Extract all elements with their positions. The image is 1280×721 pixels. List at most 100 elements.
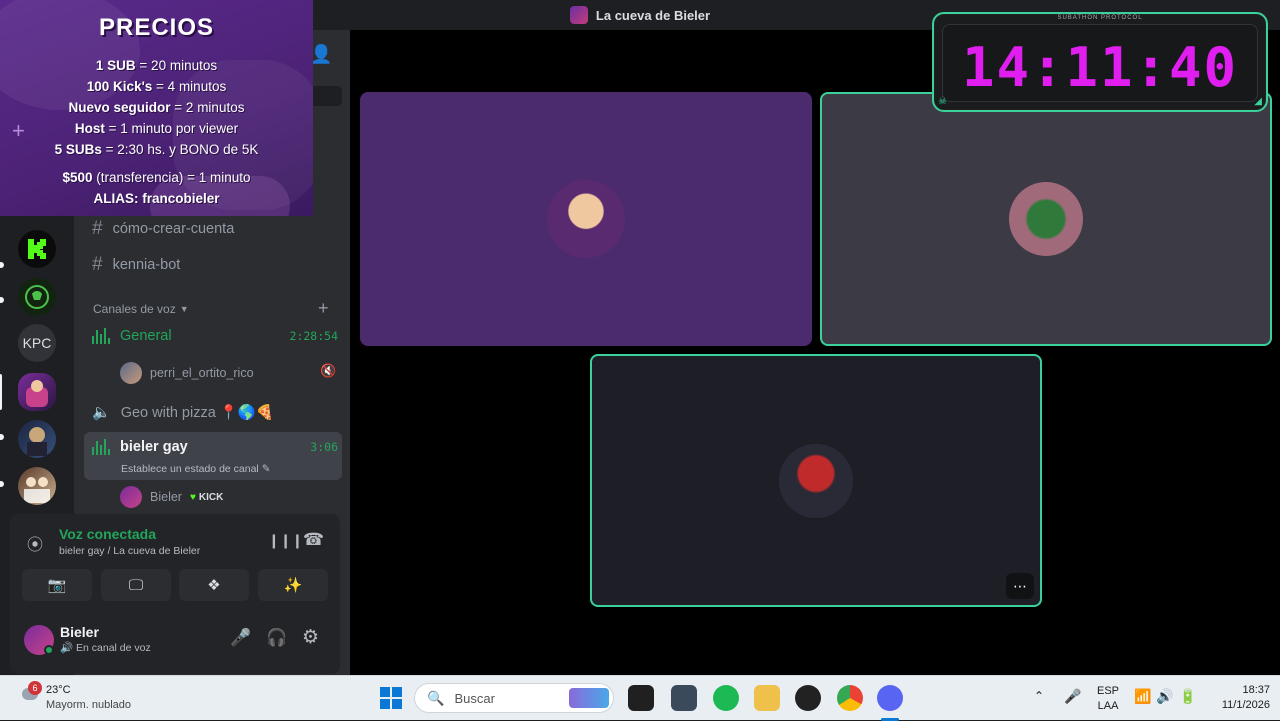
task-view-icon[interactable] xyxy=(628,685,654,711)
kpc-server-icon[interactable]: KPC xyxy=(18,324,56,362)
voice-timer: 2:28:54 xyxy=(289,329,338,343)
voice-connection-panel: ⦿ Voz conectada bieler gay / La cueva de… xyxy=(10,514,340,674)
status-label: Establece un estado de canal xyxy=(121,463,259,475)
more-options-icon[interactable]: ⋯ xyxy=(1006,573,1034,599)
text-channel-como-crear-cuenta[interactable]: # cómo-crear-cuenta xyxy=(92,218,234,240)
discord-icon[interactable] xyxy=(877,685,903,711)
search-placeholder: Buscar xyxy=(454,690,495,706)
camera-button[interactable]: 📷 xyxy=(22,569,92,601)
kick-badge: KICK xyxy=(198,491,224,503)
heart-icon: ♥ xyxy=(189,491,196,503)
screen-share-button[interactable]: 🖵 xyxy=(101,569,171,601)
wifi-icon[interactable]: 📶 xyxy=(1134,688,1151,705)
battery-icon[interactable]: 🔋 xyxy=(1179,688,1196,705)
voice-channel-path[interactable]: bieler gay / La cueva de Bieler xyxy=(59,545,200,557)
status-label: En canal de voz xyxy=(76,642,151,654)
avatar xyxy=(779,443,853,518)
taskbar-search[interactable]: 🔍 Buscar xyxy=(414,683,614,713)
channel-label: bieler gay xyxy=(120,439,188,455)
app-icon[interactable] xyxy=(671,685,697,711)
prices-overlay: + PRECIOS 1 SUB = 20 minutos 100 Kick's … xyxy=(0,0,313,216)
username[interactable]: Bieler xyxy=(60,624,99,640)
volume-icon[interactable]: 🔊 xyxy=(1156,688,1173,705)
weather-widget-icon[interactable]: 6 xyxy=(16,681,42,708)
avatar xyxy=(547,180,625,258)
weather-temp[interactable]: 23°C xyxy=(46,684,71,696)
spotify-icon[interactable] xyxy=(713,685,739,711)
soundboard-button[interactable]: ✨ xyxy=(258,569,328,601)
people-server-icon[interactable] xyxy=(18,467,56,505)
channel-label: Geo with pizza 📍🌎🍕 xyxy=(120,404,274,421)
noise-suppression-icon[interactable]: ❙❙❙ xyxy=(268,532,303,549)
participant-tile-stadium[interactable] xyxy=(820,92,1272,346)
windows-start-icon[interactable] xyxy=(380,687,402,709)
participant-tile-perri[interactable]: ⋯ xyxy=(590,354,1042,607)
voice-connected-label: Voz conectada xyxy=(59,526,156,542)
corner-icon: ◢ xyxy=(1254,96,1262,107)
price-line: 100 Kick's = 4 minutos xyxy=(86,79,227,94)
purple-server-icon[interactable] xyxy=(18,420,56,458)
voice-user-perri[interactable]: perri_el_ortito_rico xyxy=(120,362,254,384)
clock[interactable]: 18:37 11/1/2026 xyxy=(1206,684,1270,711)
deafened-icon: 🔇 xyxy=(320,363,337,378)
server-icon xyxy=(569,6,588,24)
hash-icon: # xyxy=(92,254,103,275)
unread-pill xyxy=(0,434,4,440)
voice-active-icon xyxy=(92,328,112,344)
activities-button[interactable]: ❖ xyxy=(179,569,249,601)
voice-category-header[interactable]: Canales de voz ▼ xyxy=(93,302,189,316)
weather-desc[interactable]: Mayorm. nublado xyxy=(46,699,131,711)
microphone-icon[interactable]: 🎤 xyxy=(230,628,251,648)
voice-channel-header: bieler gay 3:06 xyxy=(84,439,342,455)
text-channel-kennia-bot[interactable]: # kennia-bot xyxy=(92,254,180,276)
price-line: 5 SUBs = 2:30 hs. y BONO de 5K xyxy=(54,142,259,157)
online-status-dot xyxy=(44,645,54,655)
timer-label: SUBATHON PROTOCOL xyxy=(1057,15,1143,21)
add-channel-icon[interactable]: + xyxy=(318,298,329,319)
unread-pill xyxy=(0,297,4,303)
obs-icon[interactable] xyxy=(795,685,821,711)
voice-channel-general[interactable]: General 2:28:54 xyxy=(84,328,342,344)
price-line: Host = 1 minuto por viewer xyxy=(74,121,239,136)
overlay-title: PRECIOS xyxy=(98,14,215,41)
search-box[interactable] xyxy=(310,86,342,106)
windows-taskbar: 6 23°C Mayorm. nublado 🔍 Buscar ⌃ 🎤 ESP … xyxy=(0,675,1280,721)
channel-label: kennia-bot xyxy=(112,257,181,273)
selected-pill xyxy=(0,374,2,410)
voice-icon: 🔊 xyxy=(60,642,74,654)
participant-tile-bieler[interactable] xyxy=(360,92,812,346)
chevron-up-icon[interactable]: ⌃ xyxy=(1034,689,1044,703)
chevron-down-icon: ▼ xyxy=(179,304,189,314)
microphone-icon[interactable]: 🎤 xyxy=(1064,688,1081,705)
window-title: La cueva de Bieler xyxy=(595,7,711,23)
search-highlight-icon xyxy=(569,688,609,708)
avatar xyxy=(1009,182,1083,256)
disconnect-icon[interactable]: ☎ xyxy=(303,530,324,550)
headphones-icon[interactable]: 🎧 xyxy=(266,628,287,648)
voice-channel-geo-with-pizza[interactable]: 🔈 Geo with pizza 📍🌎🍕 xyxy=(84,403,342,421)
chrome-icon[interactable] xyxy=(837,685,863,711)
add-friend-icon[interactable]: 👤 xyxy=(310,44,332,65)
channel-status[interactable]: Establece un estado de canal ✎ xyxy=(121,463,271,475)
cueva-server-icon[interactable] xyxy=(18,373,56,411)
price-line: Nuevo seguidor = 2 minutos xyxy=(68,100,245,115)
kick-server-icon[interactable] xyxy=(18,230,56,268)
user-label: perri_el_ortito_rico xyxy=(150,366,254,380)
pencil-icon: ✎ xyxy=(261,463,271,475)
server-label: KPC xyxy=(22,335,52,351)
voice-user-bieler[interactable]: Bieler ♥ KICK xyxy=(120,486,223,508)
channel-label: cómo-crear-cuenta xyxy=(112,221,235,237)
avatar xyxy=(120,486,142,508)
file-explorer-icon[interactable] xyxy=(754,685,780,711)
subathon-timer: SUBATHON PROTOCOL 14:11:40 ☠ ◢ xyxy=(932,12,1268,112)
green-skull-server-icon[interactable] xyxy=(18,278,56,316)
speaker-icon: 🔈 xyxy=(92,404,111,421)
skull-icon: ☠ xyxy=(938,96,947,107)
notification-badge: 6 xyxy=(28,681,42,695)
gear-icon[interactable]: ⚙ xyxy=(302,626,319,649)
category-label: Canales de voz xyxy=(93,302,176,316)
price-line: $500 (transferencia) = 1 minuto xyxy=(62,170,251,185)
camera-off-icon: 📷 xyxy=(47,577,67,594)
language-indicator[interactable]: ESP LAA xyxy=(1097,685,1119,712)
connection-icon[interactable]: ⦿ xyxy=(27,531,43,555)
